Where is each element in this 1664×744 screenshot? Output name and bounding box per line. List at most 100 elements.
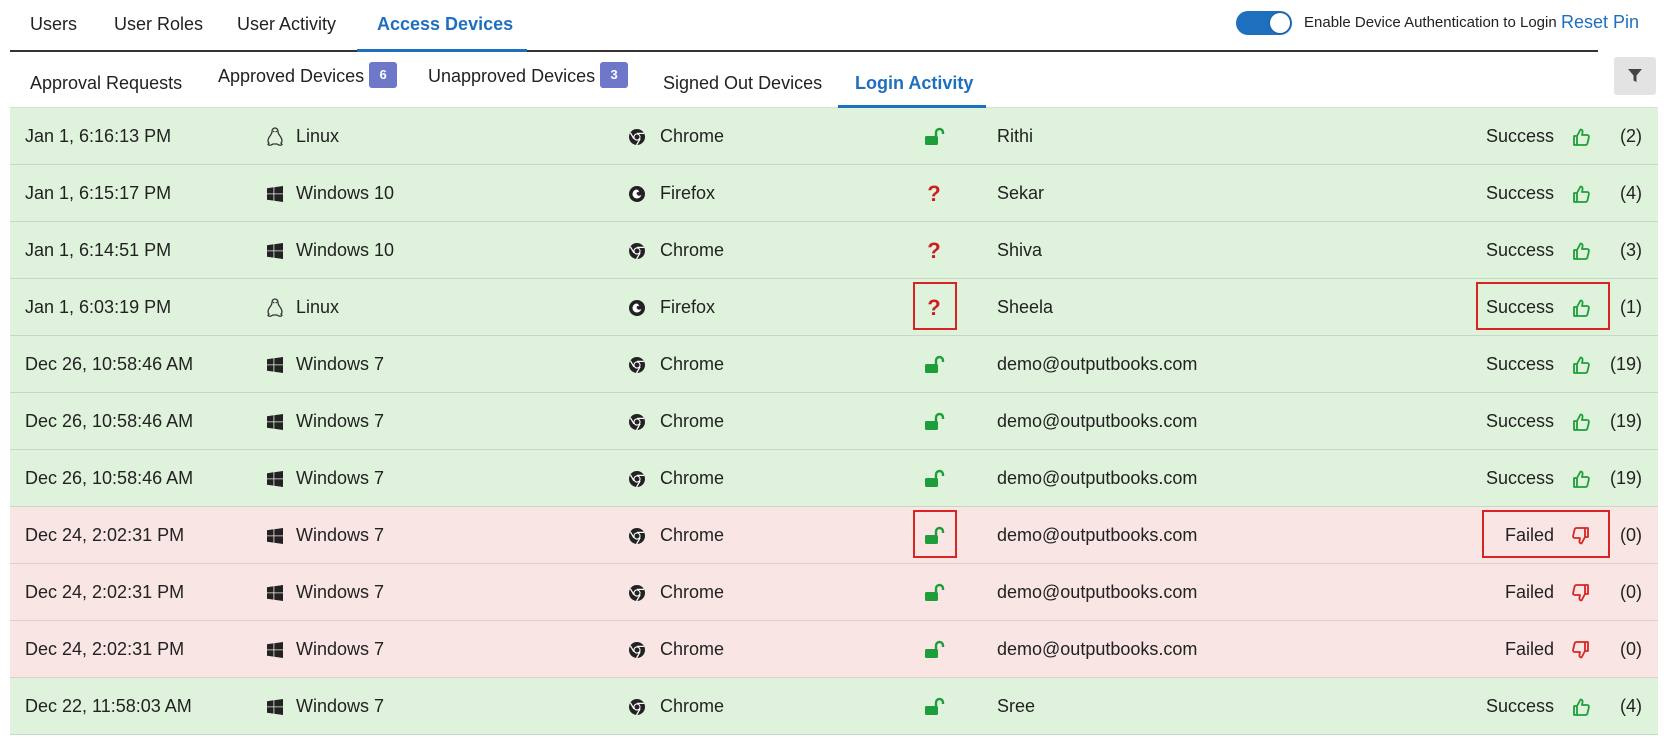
login-time: Jan 1, 6:15:17 PM bbox=[25, 183, 172, 203]
table-row[interactable]: Dec 24, 2:02:31 PM Windows 7 Chrome demo@ou… bbox=[10, 564, 1658, 621]
user-name: demo@outputbooks.com bbox=[997, 582, 1198, 602]
login-count: (0) bbox=[1620, 639, 1642, 659]
chrome-icon bbox=[626, 507, 648, 564]
login-time: Dec 24, 2:02:31 PM bbox=[25, 525, 185, 545]
login-time: Dec 26, 10:58:46 AM bbox=[25, 354, 194, 374]
browser-name: Firefox bbox=[660, 297, 716, 317]
tab-approved-devices[interactable]: Approved Devices 6 bbox=[218, 62, 398, 88]
unlock-icon bbox=[923, 582, 945, 604]
linux-icon bbox=[264, 279, 286, 336]
login-status: Failed bbox=[1504, 582, 1554, 602]
unlock-icon bbox=[923, 696, 945, 718]
unlock-icon bbox=[923, 354, 945, 376]
linux-icon bbox=[264, 108, 286, 165]
unknown-device-icon: ? bbox=[927, 237, 941, 263]
device-auth-status[interactable] bbox=[913, 393, 955, 450]
highlight-box bbox=[1476, 282, 1610, 330]
user-name: demo@outputbooks.com bbox=[997, 354, 1198, 374]
device-auth-status[interactable] bbox=[913, 678, 955, 735]
os-name: Windows 7 bbox=[296, 354, 385, 374]
table-row[interactable]: Dec 26, 10:58:46 AM Windows 7 Chrome demo@o… bbox=[10, 393, 1658, 450]
device-auth-status[interactable] bbox=[913, 336, 955, 393]
tab-label: Login Activity bbox=[855, 73, 974, 93]
unlock-icon bbox=[923, 411, 945, 433]
login-count: (2) bbox=[1620, 126, 1642, 146]
login-count: (19) bbox=[1609, 354, 1642, 374]
tab-approval-requests[interactable]: Approval Requests bbox=[30, 73, 182, 94]
login-time: Dec 26, 10:58:46 AM bbox=[25, 468, 194, 488]
os-name: Windows 7 bbox=[296, 468, 385, 488]
device-auth-status[interactable]: ? bbox=[913, 165, 955, 222]
tab-label: Approved Devices bbox=[218, 66, 365, 86]
windows-icon bbox=[264, 507, 286, 564]
device-auth-label: Enable Device Authentication to Login bbox=[1304, 14, 1557, 31]
windows-icon bbox=[264, 222, 286, 279]
device-auth-status[interactable]: ? bbox=[913, 222, 955, 279]
tab-signed-out-devices[interactable]: Signed Out Devices bbox=[663, 73, 822, 94]
table-row[interactable]: Dec 26, 10:58:46 AM Windows 7 Chrome demo@o… bbox=[10, 336, 1658, 393]
os-name: Linux bbox=[296, 126, 340, 146]
tab-access-devices[interactable]: Access Devices bbox=[377, 14, 513, 35]
windows-icon bbox=[264, 564, 286, 621]
unlock-icon bbox=[923, 639, 945, 661]
device-auth-status[interactable] bbox=[913, 108, 955, 165]
filter-button[interactable] bbox=[1614, 57, 1656, 95]
chrome-icon bbox=[626, 621, 648, 678]
chrome-icon bbox=[626, 564, 648, 621]
count-badge: 6 bbox=[369, 62, 398, 88]
table-row[interactable]: Jan 1, 6:16:13 PM Linux Chrome Rithi Success… bbox=[10, 108, 1658, 165]
device-auth-status[interactable] bbox=[913, 564, 955, 621]
tab-unapproved-devices[interactable]: Unapproved Devices 3 bbox=[428, 62, 629, 88]
tab-label: Signed Out Devices bbox=[663, 73, 823, 93]
user-name: demo@outputbooks.com bbox=[997, 411, 1198, 431]
table-row[interactable]: Jan 1, 6:03:19 PM Linux Firefox? Sheela Succ… bbox=[10, 279, 1658, 336]
browser-name: Chrome bbox=[660, 468, 725, 488]
browser-name: Chrome bbox=[660, 639, 725, 659]
chrome-icon bbox=[626, 450, 648, 507]
table-row[interactable]: Jan 1, 6:15:17 PM Windows 10 Firefox? Sekar… bbox=[10, 165, 1658, 222]
table-row[interactable]: Jan 1, 6:14:51 PM Windows 10 Chrome? Shiva S… bbox=[10, 222, 1658, 279]
browser-name: Chrome bbox=[660, 126, 725, 146]
table-row[interactable]: Dec 24, 2:02:31 PM Windows 7 Chrome demo@ou… bbox=[10, 507, 1658, 564]
browser-name: Firefox bbox=[660, 183, 716, 203]
unlock-icon bbox=[923, 126, 945, 148]
toggle-knob bbox=[1270, 13, 1290, 33]
login-time: Jan 1, 6:03:19 PM bbox=[25, 297, 172, 317]
highlight-box bbox=[913, 510, 957, 558]
login-count: (19) bbox=[1609, 468, 1642, 488]
os-name: Windows 7 bbox=[296, 639, 385, 659]
device-auth-status[interactable] bbox=[913, 621, 955, 678]
login-time: Dec 24, 2:02:31 PM bbox=[25, 582, 185, 602]
reset-pin-link[interactable]: Reset Pin bbox=[1561, 12, 1639, 33]
login-time: Dec 26, 10:58:46 AM bbox=[25, 411, 194, 431]
table-row[interactable]: Dec 22, 11:58:03 AM Windows 7 Chrome Sree Su… bbox=[10, 678, 1658, 735]
browser-name: Chrome bbox=[660, 582, 725, 602]
login-time: Dec 24, 2:02:31 PM bbox=[25, 639, 185, 659]
tab-login-activity[interactable]: Login Activity bbox=[855, 73, 973, 94]
browser-name: Chrome bbox=[660, 240, 725, 260]
unknown-device-icon: ? bbox=[927, 180, 941, 206]
tab-users[interactable]: Users bbox=[30, 14, 77, 35]
table-row[interactable]: Dec 26, 10:58:46 AM Windows 7 Chrome demo@o… bbox=[10, 450, 1658, 507]
firefox-icon bbox=[626, 165, 648, 222]
active-tab-indicator bbox=[357, 49, 527, 52]
user-name: demo@outputbooks.com bbox=[997, 468, 1198, 488]
chrome-icon bbox=[626, 222, 648, 279]
filter-icon bbox=[1628, 69, 1642, 82]
tab-user-roles[interactable]: User Roles bbox=[114, 14, 203, 35]
device-auth-toggle[interactable] bbox=[1236, 11, 1292, 35]
windows-icon bbox=[264, 336, 286, 393]
login-time: Dec 22, 11:58:03 AM bbox=[25, 696, 192, 716]
os-name: Windows 7 bbox=[296, 582, 385, 602]
user-name: Rithi bbox=[997, 126, 1034, 146]
login-count: (19) bbox=[1609, 411, 1642, 431]
tab-user-activity[interactable]: User Activity bbox=[237, 14, 336, 35]
tab-label: Approval Requests bbox=[30, 73, 183, 93]
firefox-icon bbox=[626, 279, 648, 336]
user-name: Sree bbox=[997, 696, 1036, 716]
table-row[interactable]: Dec 24, 2:02:31 PM Windows 7 Chrome demo@ou… bbox=[10, 621, 1658, 678]
os-name: Windows 7 bbox=[296, 411, 385, 431]
device-auth-status[interactable] bbox=[913, 450, 955, 507]
user-name: demo@outputbooks.com bbox=[997, 525, 1198, 545]
login-status: Success bbox=[1485, 354, 1554, 374]
